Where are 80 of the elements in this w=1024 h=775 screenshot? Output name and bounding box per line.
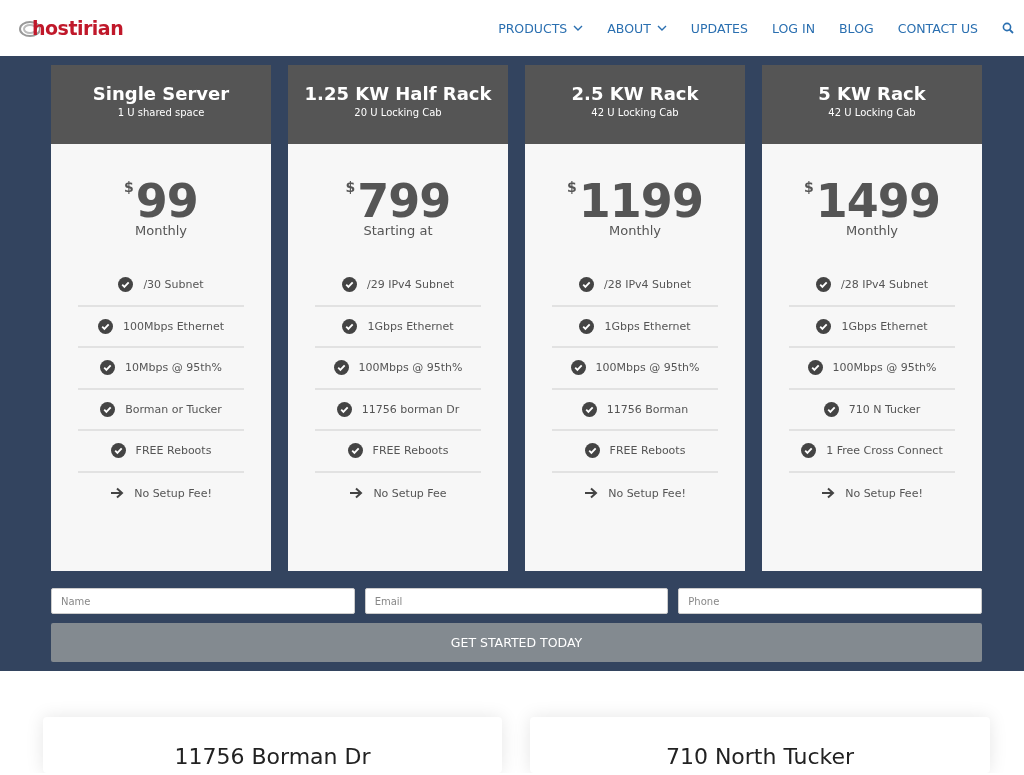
feature-text: 100Mbps @ 95th% (832, 361, 937, 375)
price-period: Monthly (845, 223, 899, 238)
check-circle-icon (570, 360, 586, 376)
price-period: Starting at (363, 223, 433, 238)
input-field[interactable]: Name (51, 588, 355, 614)
submit-button[interactable]: GET STARTED TODAY (51, 623, 982, 662)
check-circle-icon (584, 443, 600, 459)
check-circle-icon (342, 318, 358, 334)
arrow-right-icon (110, 487, 125, 500)
feature-text: 710 N Tucker (848, 402, 921, 416)
plan-title: 2.5 KW Rack (571, 83, 699, 104)
feature-text: 1Gbps Ethernet (367, 319, 454, 333)
check-circle-icon (801, 443, 817, 459)
feature-text: No Setup Fee! (608, 486, 686, 500)
check-circle-icon (97, 318, 113, 334)
currency-sign: $ (345, 179, 356, 195)
check-circle-icon (118, 277, 134, 293)
chevron-down-icon (656, 25, 667, 31)
currency-sign: $ (804, 179, 814, 195)
check-circle-icon (581, 401, 597, 417)
nav-link[interactable]: PRODUCTS (486, 20, 596, 36)
feature-text: Borman or Tucker (125, 402, 222, 416)
feature-text: /30 Subnet (143, 278, 204, 292)
feature-text: No Setup Fee! (845, 486, 923, 500)
feature-text: 1Gbps Ethernet (604, 319, 691, 333)
feature-text: 100Mbps @ 95th% (595, 361, 700, 375)
check-circle-icon (807, 360, 823, 376)
check-circle-icon (336, 401, 352, 417)
arrow-right-icon (584, 487, 599, 500)
check-circle-icon (333, 360, 349, 376)
check-circle-icon (110, 443, 126, 459)
location-title: 710 North Tucker (665, 744, 855, 771)
feature-text: 100Mbps @ 95th% (358, 361, 463, 375)
search-icon[interactable] (1002, 22, 1014, 34)
feature-text: No Setup Fee (373, 486, 447, 500)
price-period: Monthly (134, 223, 188, 238)
feature-text: 1 Free Cross Connect (826, 444, 943, 458)
check-circle-icon (341, 277, 357, 293)
feature-text: 11756 Borman (606, 402, 689, 416)
input-field[interactable]: Phone (678, 588, 982, 614)
plan-title: 1.25 KW Half Rack (304, 83, 492, 104)
currency-sign: $ (567, 179, 577, 195)
feature-text: FREE Reboots (135, 444, 212, 458)
input-field[interactable]: Email (364, 588, 669, 614)
feature-text: 10Mbps @ 95th% (125, 361, 222, 375)
check-circle-icon (347, 443, 363, 459)
plan-subtitle: 20 U Locking Cab (354, 107, 442, 118)
check-circle-icon (100, 360, 116, 376)
chevron-down-icon (573, 25, 584, 31)
feature-text: /28 IPv4 Subnet (603, 278, 692, 292)
check-circle-icon (816, 318, 832, 334)
feature-text: /28 IPv4 Subnet (840, 278, 929, 292)
arrow-right-icon (821, 487, 836, 500)
nav-link[interactable]: BLOG (827, 20, 886, 36)
check-circle-icon (100, 401, 116, 417)
feature-text: 1Gbps Ethernet (841, 319, 928, 333)
check-circle-icon (815, 277, 831, 293)
plan-subtitle: 42 U Locking Cab (591, 107, 679, 118)
arrow-right-icon (349, 487, 364, 500)
plan-title: 5 KW Rack (818, 83, 926, 104)
feature-text: FREE Reboots (609, 444, 686, 458)
nav-link[interactable]: CONTACT US (885, 20, 990, 36)
feature-text: 100Mbps Ethernet (122, 319, 225, 333)
plan-subtitle: 1 U shared space (117, 107, 205, 118)
feature-text: 11756 borman Dr (361, 402, 460, 416)
currency-sign: $ (124, 179, 134, 195)
logo[interactable]: hostirian (32, 17, 124, 39)
plan-subtitle: 42 U Locking Cab (828, 107, 916, 118)
plan-title: Single Server (92, 83, 230, 104)
feature-text: No Setup Fee! (134, 486, 212, 500)
check-circle-icon (823, 401, 839, 417)
nav-link[interactable]: ABOUT (595, 20, 679, 36)
feature-text: /29 IPv4 Subnet (366, 278, 455, 292)
nav-link[interactable]: UPDATES (678, 20, 760, 36)
feature-text: FREE Reboots (372, 444, 449, 458)
nav-link[interactable]: LOG IN (759, 20, 828, 36)
check-circle-icon (579, 318, 595, 334)
price-period: Monthly (608, 223, 662, 238)
location-title: 11756 Borman Dr (174, 744, 371, 771)
check-circle-icon (578, 277, 594, 293)
